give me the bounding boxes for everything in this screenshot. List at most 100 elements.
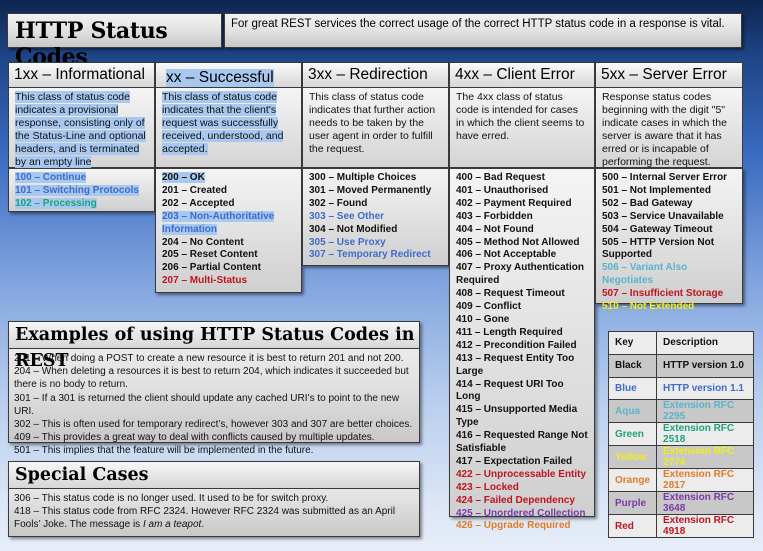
example-line: 409 – This provides a great way to deal …	[14, 432, 375, 444]
key-color-name: Green	[607, 422, 658, 447]
intro-panel: For great REST services the correct usag…	[224, 13, 742, 48]
key-description: Extension RFC 2774	[656, 445, 754, 470]
status-code-item: 101 – Switching Protocols	[15, 184, 148, 198]
status-code-item: 411 – Length Required	[456, 327, 588, 340]
examples-list: 201 – When doing a POST to create a new …	[14, 352, 419, 458]
code-list: 100 – Continue 101 – Switching Protocols 1…	[8, 168, 155, 212]
status-code-item: 401 – Unauthorised	[456, 185, 588, 198]
status-code-item: 417 – Expectation Failed	[456, 456, 588, 469]
column-description: This class of status code indicates a pr…	[8, 88, 155, 168]
status-code-item: 504 – Gateway Timeout	[602, 224, 736, 237]
status-code-item: 402 – Payment Required	[456, 198, 588, 211]
code-list: 500 – Internal Server Error 501 – Not Imp…	[595, 168, 743, 312]
status-code-text: 410 – Gone	[456, 313, 510, 325]
status-code-text: 302 – Found	[309, 197, 368, 209]
status-code-item: 426 – Upgrade Required	[456, 520, 588, 533]
key-description: HTTP version 1.1	[656, 376, 754, 401]
key-header-row: Key Description	[607, 331, 754, 355]
title-panel: HTTP Status Codes	[7, 13, 222, 70]
status-code-item: 202 – Accepted	[162, 198, 295, 211]
status-code-item: 414 – Request URI Too Long	[456, 379, 588, 405]
status-code-item: 102 – Processing	[15, 197, 148, 211]
special-case-418-suffix: .	[201, 519, 205, 531]
examples-panel: Examples of using HTTP Status Codes in R…	[8, 321, 420, 456]
status-code-text: 503 – Service Unavailable	[602, 210, 724, 222]
description-text: Response status codes beginning with the…	[602, 91, 727, 168]
status-code-item: 303 – See Other	[309, 211, 442, 224]
column-header: 2xx – Successful	[155, 62, 302, 88]
status-code-text: 300 – Multiple Choices	[309, 172, 417, 183]
status-code-text: 307 – Temporary Redirect	[309, 249, 431, 261]
column-title: 3xx – Redirection	[308, 66, 428, 83]
special-case-306: 306 – This status code is no longer used…	[14, 493, 329, 504]
special-case-418: 418 – This status code from RFC 2324. Ho…	[14, 505, 419, 531]
status-code-text: 407 – Proxy Authentication Required	[456, 262, 584, 287]
key-row: Blue HTTP version 1.1	[607, 376, 754, 401]
status-code-text: 405 – Method Not Allowed	[456, 236, 580, 248]
status-code-text: 424 – Failed Dependency	[456, 494, 575, 506]
status-code-item: 406 – Not Acceptable	[456, 249, 588, 262]
status-code-text: 414 – Request URI Too Long	[456, 378, 564, 403]
status-code-item: 413 – Request Entity Too Large	[456, 353, 588, 379]
status-code-item: 506 – Variant Also Negotiates	[602, 262, 736, 288]
column-header: 4xx – Client Error	[449, 62, 595, 88]
key-header: Key	[607, 331, 658, 355]
status-code-text: 204 – No Content	[162, 236, 244, 248]
status-code-text: 415 – Unsupported Media Type	[456, 404, 578, 429]
status-code-text: 422 – Unprocessable Entity	[456, 468, 587, 480]
status-code-item: 502 – Bad Gateway	[602, 198, 736, 211]
example-line: 204 – When deleting a resources it is be…	[14, 366, 409, 391]
status-code-text: 100 – Continue	[15, 172, 87, 183]
status-code-text: 202 – Accepted	[162, 197, 235, 209]
key-row: Black HTTP version 1.0	[607, 353, 754, 378]
status-code-text: 201 – Created	[162, 184, 228, 196]
status-code-text: 408 – Request Timeout	[456, 288, 565, 300]
key-row: Orange Extension RFC 2817	[607, 468, 754, 493]
key-description: Extension RFC 2518	[656, 422, 754, 447]
status-code-text: 413 – Request Entity Too Large	[456, 352, 575, 377]
intro-text: For great REST services the correct usag…	[231, 18, 725, 30]
key-color-name: Black	[607, 353, 658, 378]
status-code-item: 204 – No Content	[162, 237, 295, 250]
description-header: Description	[656, 331, 754, 355]
description-text: This class of status code indicates a pr…	[15, 91, 146, 168]
status-code-text: 301 – Moved Permanently	[309, 184, 432, 196]
teapot-message: I am a teapot	[142, 519, 202, 531]
status-code-text: 406 – Not Acceptable	[456, 249, 557, 261]
status-code-item: 403 – Forbidden	[456, 211, 588, 224]
color-key-table: Key Description Black HTTP version 1.0 Blu…	[607, 331, 754, 539]
example-line: 201 – When doing a POST to create a new …	[14, 353, 404, 364]
status-code-text: 205 – Reset Content	[162, 249, 258, 261]
code-list: 400 – Bad Request 401 – Unauthorised 402 –…	[449, 168, 595, 531]
status-code-text: 506 – Variant Also Negotiates	[602, 262, 688, 287]
key-row: Aqua Extension RFC 2295	[607, 399, 754, 424]
status-code-item: 207 – Multi-Status	[162, 275, 295, 288]
status-code-text: 510 – Not Extended	[602, 301, 695, 313]
status-code-text: 304 – Not Modified	[309, 223, 398, 235]
key-description: Extension RFC 3648	[656, 491, 754, 516]
status-code-item: 423 – Locked	[456, 482, 588, 495]
key-color-name: Purple	[607, 491, 658, 516]
column-header: 1xx – Informational	[8, 62, 155, 88]
key-description: HTTP version 1.0	[656, 353, 754, 378]
status-code-item: 505 – HTTP Version Not Supported	[602, 237, 736, 263]
special-cases-list: 306 – This status code is no longer used…	[14, 492, 419, 532]
key-row: Green Extension RFC 2518	[607, 422, 754, 447]
status-code-text: 507 – Insufficient Storage	[602, 288, 724, 300]
code-list: 300 – Multiple Choices 301 – Moved Perman…	[302, 168, 449, 266]
key-color-name: Yellow	[607, 445, 658, 470]
status-code-item: 205 – Reset Content	[162, 249, 295, 262]
status-code-text: 200 – OK	[162, 172, 205, 183]
status-code-text: 203 – Non-Authoritative Information	[162, 210, 275, 235]
special-cases-panel: Special Cases 306 – This status code is …	[8, 461, 420, 537]
status-code-text: 501 – Not Implemented	[602, 184, 711, 196]
column-title-highlight: xx – Successful	[166, 69, 274, 87]
key-rows: Black HTTP version 1.0 Blue HTTP version 1.…	[607, 353, 754, 539]
special-case-418-text: 418 – This status code from RFC 2324. Ho…	[14, 506, 396, 531]
status-code-text: 305 – Use Proxy	[309, 236, 386, 248]
description-text: This class of status code indicates that…	[309, 91, 436, 155]
status-code-item: 206 – Partial Content	[162, 262, 295, 275]
status-code-text: 505 – HTTP Version Not Supported	[602, 236, 715, 261]
status-code-item: 416 – Requested Range Not Satisfiable	[456, 430, 588, 456]
code-list: 200 – OK 201 – Created 202 – Accepted 203 –…	[155, 168, 302, 293]
